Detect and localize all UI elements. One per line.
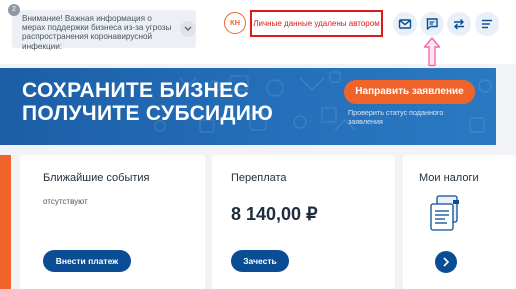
check-status-link[interactable]: Проверить статус поданного заявления [348, 108, 476, 126]
user-name-redacted[interactable]: Личные данные удалены автором [250, 10, 383, 37]
events-title: Ближайшие события [43, 172, 150, 184]
banner-title-line2: ПОЛУЧИТЕ СУБСИДИЮ [22, 102, 274, 125]
tax-documents-icon [429, 195, 463, 236]
my-taxes-title: Мои налоги [419, 172, 479, 184]
events-card: Ближайшие события отсутствуют Внести пла… [20, 155, 205, 289]
subsidy-banner: СОХРАНИТЕ БИЗНЕС ПОЛУЧИТЕ СУБСИДИЮ Напра… [0, 68, 496, 145]
switch-account-button[interactable] [447, 12, 471, 36]
covid-notice[interactable]: 2 Внимание! Важная информация о мерах по… [8, 4, 196, 51]
overpayment-amount: 8 140,00 ₽ [231, 204, 318, 224]
accent-strip [0, 155, 11, 289]
annotation-arrow-icon [423, 37, 441, 72]
overpayment-title: Переплата [231, 172, 287, 184]
events-subtitle: отсутствуют [43, 197, 88, 206]
notice-count-badge: 2 [8, 4, 20, 16]
chat-button[interactable] [420, 12, 444, 36]
menu-button[interactable] [475, 12, 499, 36]
my-taxes-card[interactable]: Мои налоги [403, 155, 516, 289]
avatar[interactable]: КН [224, 12, 246, 34]
banner-title-line1: СОХРАНИТЕ БИЗНЕС [22, 79, 249, 102]
notice-expand-button[interactable] [180, 21, 196, 37]
mail-button[interactable] [393, 12, 417, 36]
top-bar: 2 Внимание! Важная информация о мерах по… [0, 0, 516, 67]
overpayment-card: Переплата 8 140,00 ₽ Зачесть [212, 155, 395, 289]
credit-button[interactable]: Зачесть [231, 250, 289, 272]
make-payment-button[interactable]: Внести платеж [43, 250, 131, 272]
notice-text: Внимание! Важная информация о мерах подд… [22, 14, 172, 51]
banner-title: СОХРАНИТЕ БИЗНЕС ПОЛУЧИТЕ СУБСИДИЮ [22, 79, 273, 125]
taxes-next-button[interactable] [435, 251, 457, 273]
submit-application-button[interactable]: Направить заявление [344, 80, 475, 104]
